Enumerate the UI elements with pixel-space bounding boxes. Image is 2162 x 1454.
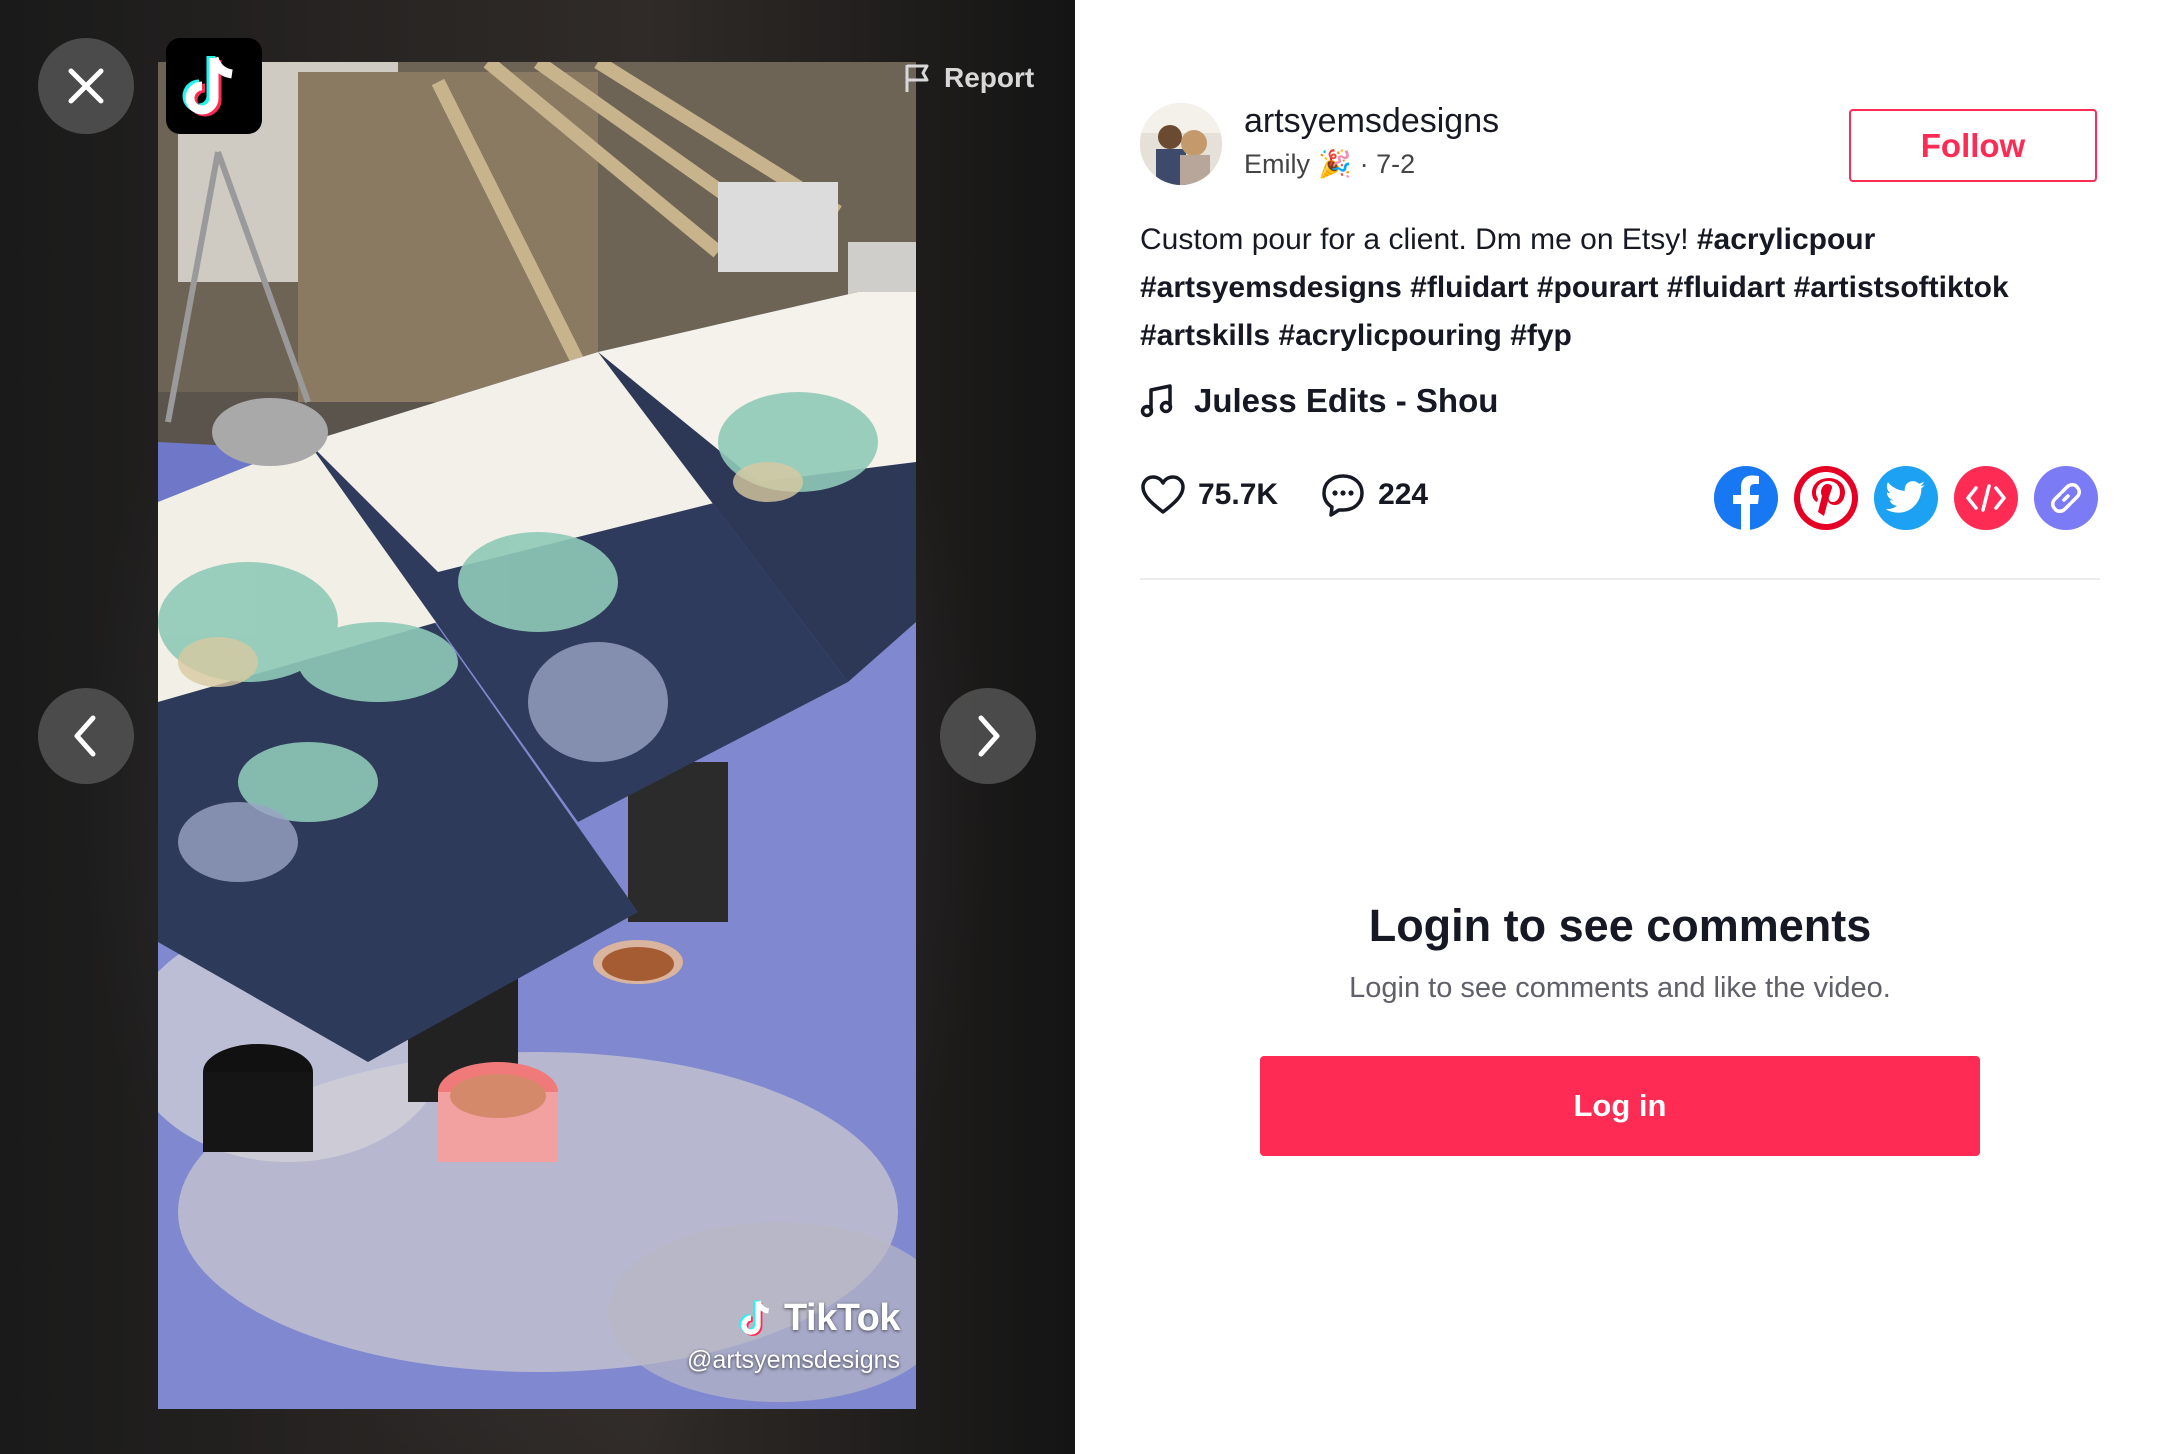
twitter-icon	[1886, 481, 1926, 513]
share-embed-button[interactable]	[1954, 466, 2018, 530]
share-buttons	[1714, 466, 2098, 530]
copy-link-button[interactable]	[2034, 466, 2098, 530]
like-button[interactable]: 75.7K	[1140, 474, 1278, 516]
report-label: Report	[944, 62, 1035, 93]
share-pinterest-button[interactable]	[1794, 466, 1858, 530]
post-date: · 7-2	[1359, 148, 1416, 179]
embed-icon	[1966, 484, 2006, 512]
chevron-left-icon	[74, 715, 96, 757]
previous-video-button[interactable]	[38, 688, 134, 784]
video-caption: Custom pour for a client. Dm me on Etsy!…	[1140, 216, 2070, 360]
hashtag-link[interactable]: #acrylicpouring	[1278, 319, 1501, 352]
hashtag-link[interactable]: #artskills	[1140, 319, 1270, 352]
video-frame-art	[158, 62, 916, 1409]
hashtag-link[interactable]: #artsyemsdesigns	[1140, 271, 1402, 304]
author-display-name: Emily	[1244, 148, 1310, 179]
chevron-right-icon	[978, 715, 1000, 757]
video-watermark: TikTok @artsyemsdesigns	[660, 1296, 900, 1375]
hashtag-link[interactable]: #fluidart	[1410, 271, 1528, 304]
link-icon	[2051, 483, 2081, 513]
author-meta: Emily 🎉 · 7-2	[1244, 148, 1415, 180]
music-note-icon	[1140, 384, 1173, 418]
share-facebook-button[interactable]	[1714, 466, 1778, 530]
hashtag-link[interactable]: #fyp	[1510, 319, 1572, 352]
watermark-handle: @artsyemsdesigns	[687, 1346, 900, 1374]
follow-button[interactable]: Follow	[1849, 109, 2097, 182]
close-icon	[68, 68, 104, 104]
watermark-brand: TikTok	[784, 1296, 900, 1339]
hashtag-link[interactable]: #pourart	[1537, 271, 1659, 304]
engagement-stats: 75.7K 224	[1140, 472, 1428, 518]
flag-icon	[905, 64, 929, 92]
avatar[interactable]	[1140, 103, 1222, 185]
party-emoji: 🎉	[1318, 149, 1352, 179]
login-button[interactable]: Log in	[1260, 1056, 1980, 1156]
video-player[interactable]	[158, 62, 916, 1409]
author-username[interactable]: artsyemsdesigns	[1244, 102, 1499, 141]
share-twitter-button[interactable]	[1874, 466, 1938, 530]
tiktok-icon	[182, 56, 233, 117]
hashtag-link[interactable]: #fluidart	[1667, 271, 1785, 304]
caption-text: Custom pour for a client. Dm me on Etsy!	[1140, 223, 1697, 256]
video-panel: Report TikTok @artsyemsdesigns	[0, 0, 1075, 1454]
pinterest-icon	[1800, 472, 1852, 524]
comment-button[interactable]: 224	[1320, 472, 1428, 518]
divider	[1140, 578, 2100, 580]
facebook-icon	[1733, 475, 1759, 530]
music-title: Juless Edits - Shou	[1194, 382, 1499, 419]
tiktok-watermark-icon	[739, 1300, 770, 1336]
hashtag-link[interactable]: #artistsoftiktok	[1794, 271, 2009, 304]
avatar-image	[1140, 103, 1222, 185]
close-button[interactable]	[38, 38, 134, 134]
next-video-button[interactable]	[940, 688, 1036, 784]
like-count: 75.7K	[1198, 478, 1279, 511]
music-link[interactable]: Juless Edits - Shou	[1140, 382, 1498, 420]
comment-icon	[1322, 474, 1364, 517]
comment-count: 224	[1378, 478, 1429, 511]
tiktok-logo[interactable]	[166, 38, 262, 134]
login-prompt-subtitle: Login to see comments and like the video…	[1349, 972, 1891, 1004]
hashtag-link[interactable]: #acrylicpour	[1697, 223, 1875, 256]
heart-icon	[1141, 475, 1185, 514]
login-prompt-title: Login to see comments	[1368, 900, 1872, 951]
report-button[interactable]: Report	[902, 62, 1034, 94]
